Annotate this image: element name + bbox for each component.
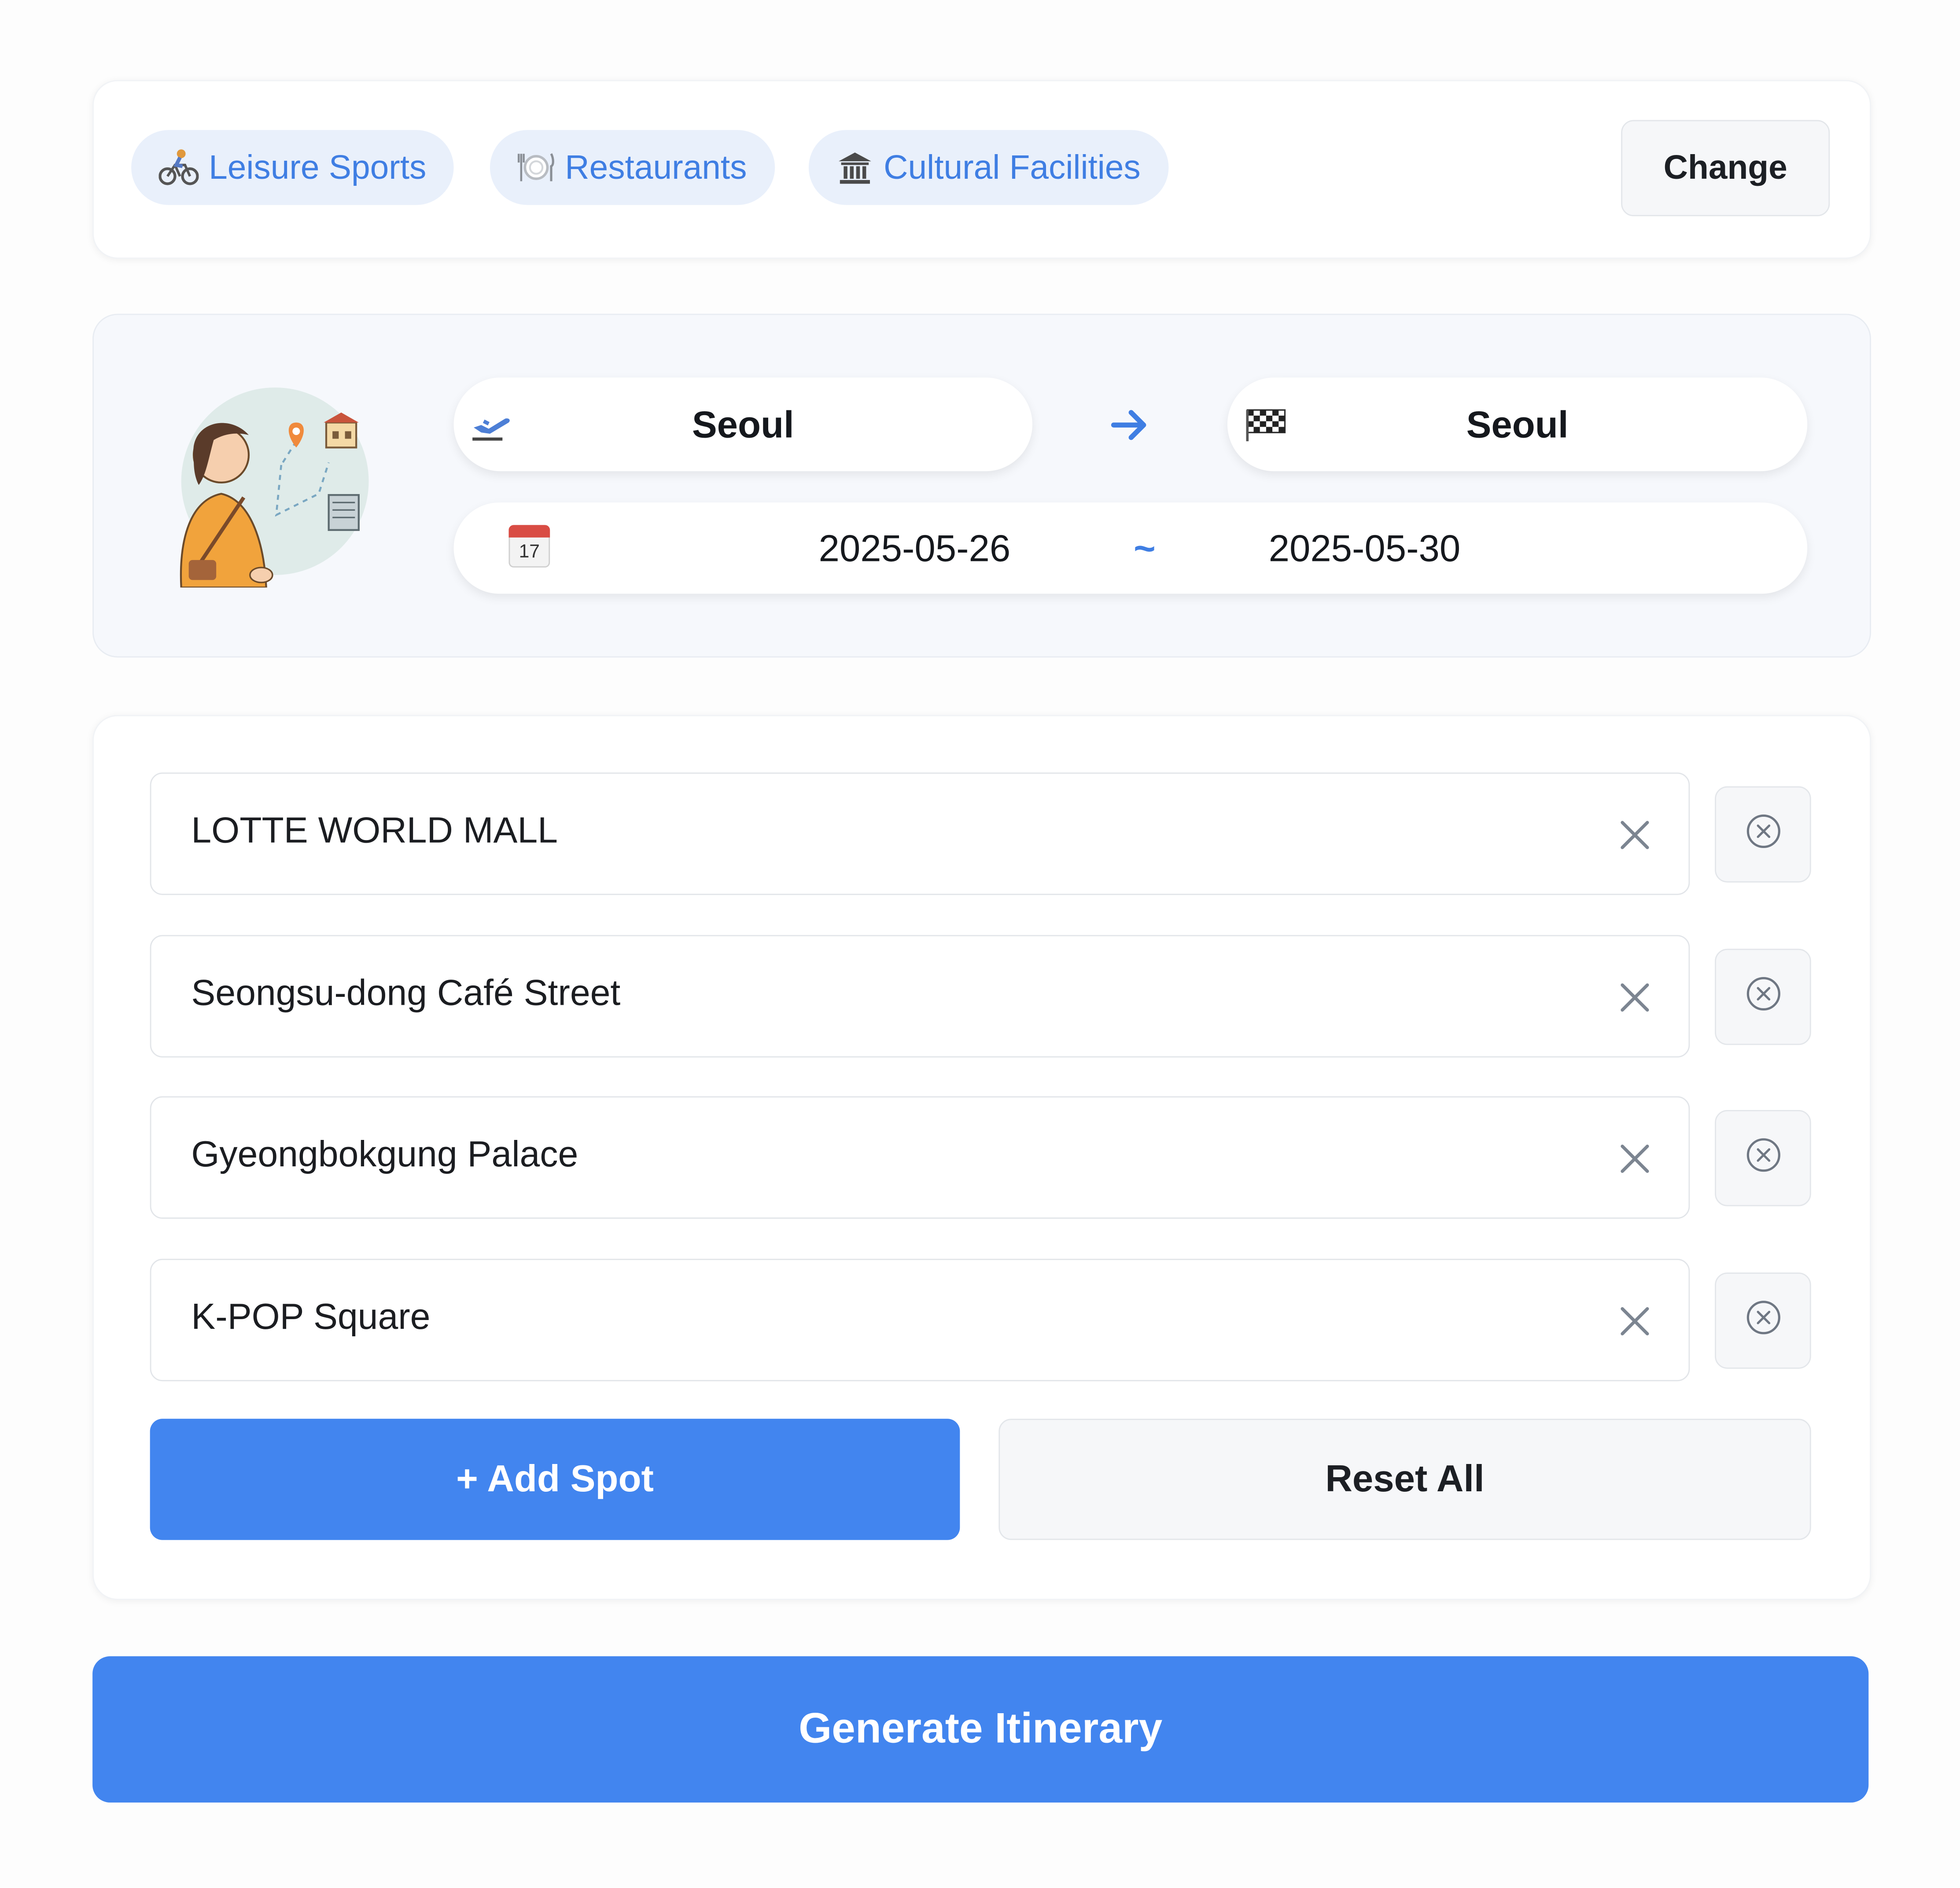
origin-pill[interactable]: Seoul [453,377,1033,472]
category-tag-label: Cultural Facilities [884,148,1141,186]
remove-circle-icon [1744,1299,1782,1342]
plate-cutlery-icon [517,149,555,186]
category-tag-leisure-sports[interactable]: Leisure Sports [131,130,454,205]
traveler-illustration [156,375,394,589]
remove-spot-button[interactable] [1715,786,1811,883]
date-range-pill[interactable]: 17 2025-05-26 ~ 2025-05-30 [453,502,1808,594]
calendar-icon: 17 [508,525,550,568]
change-button[interactable]: Change [1621,120,1830,217]
remove-circle-icon [1744,812,1782,856]
remove-spot-button[interactable] [1715,1110,1811,1206]
spot-name: LOTTE WORLD MALL [191,811,558,852]
destination-pill[interactable]: Seoul [1227,377,1808,472]
arrow-right-icon [1110,406,1150,450]
clear-icon[interactable] [1619,819,1651,852]
remove-spot-button[interactable] [1715,948,1811,1045]
cyclist-icon [158,149,199,186]
date-separator: ~ [1133,528,1156,570]
remove-circle-icon [1744,1136,1782,1180]
destination-city: Seoul [1466,405,1569,446]
spot-name: Seongsu-dong Café Street [191,974,621,1014]
remove-spot-button[interactable] [1715,1272,1811,1369]
category-tag-restaurants[interactable]: Restaurants [490,130,774,205]
clear-icon[interactable] [1619,1143,1651,1175]
calendar-day: 17 [519,541,540,563]
clear-icon[interactable] [1619,981,1651,1014]
category-tag-label: Restaurants [565,148,747,186]
clear-icon[interactable] [1619,1305,1651,1338]
remove-circle-icon [1744,975,1782,1018]
start-date: 2025-05-26 [818,528,1011,570]
origin-city: Seoul [692,405,794,446]
spot-input[interactable]: Gyeongbokgung Palace [150,1096,1690,1219]
category-tag-cultural-facilities[interactable]: Cultural Facilities [808,130,1168,205]
spot-name: K-POP Square [191,1297,431,1338]
category-tag-label: Leisure Sports [209,148,427,186]
spot-name: Gyeongbokgung Palace [191,1135,578,1175]
add-spot-button[interactable]: + Add Spot [150,1419,960,1540]
spot-input[interactable]: Seongsu-dong Café Street [150,935,1690,1058]
reset-all-button[interactable]: Reset All [998,1419,1811,1540]
museum-icon [836,149,873,186]
generate-itinerary-button[interactable]: Generate Itinerary [92,1656,1869,1803]
end-date: 2025-05-30 [1268,528,1461,570]
spot-input[interactable]: LOTTE WORLD MALL [150,772,1690,895]
spot-input[interactable]: K-POP Square [150,1258,1690,1382]
